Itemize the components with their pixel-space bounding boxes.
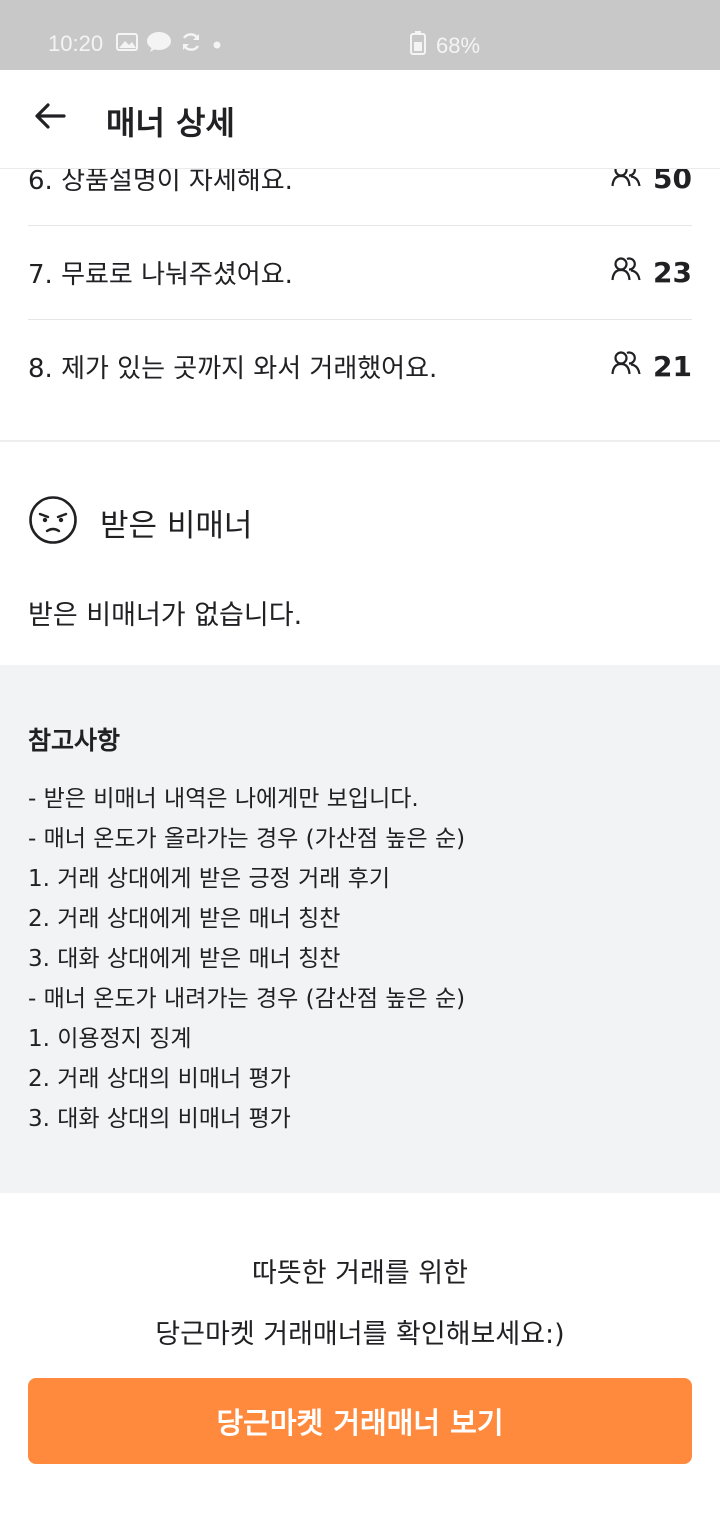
notes-line: - 받은 비매너 내역은 나에게만 보입니다. [28,786,419,812]
manner-item-label: 8. 제가 있는 곳까지 와서 거래했어요. [28,353,438,384]
people-icon [611,350,641,383]
status-notification-icons [116,31,224,59]
back-button[interactable] [24,92,76,144]
manner-item-count-group: 50 [611,169,692,195]
notes-list: - 받은 비매너 내역은 나에게만 보입니다. - 매너 온도가 올라가는 경우… [28,779,465,1139]
battery-icon [410,31,426,61]
notes-line: 2. 거래 상대에게 받은 매너 칭찬 [28,906,341,932]
notes-line: 2. 거래 상대의 비매너 평가 [28,1066,291,1092]
manner-item-count-group: 21 [611,350,692,383]
page-title: 매너 상세 [106,104,235,142]
section-divider [0,440,720,442]
status-battery: 68% [410,31,480,61]
manner-item: 8. 제가 있는 곳까지 와서 거래했어요. 21 [28,319,692,413]
arrow-left-icon [33,101,67,135]
notes-box: 참고사항 - 받은 비매너 내역은 나에게만 보입니다. - 매너 온도가 올라… [0,665,720,1193]
people-icon [611,169,641,195]
bad-manner-title: 받은 비매너 [100,507,253,544]
annoyed-face-icon [28,495,78,549]
sync-icon [180,31,202,59]
chat-bubble-icon [146,31,172,59]
dot-icon [210,32,224,58]
notes-line: 3. 대화 상대에게 받은 매너 칭찬 [28,946,341,972]
cta-text-line2: 당근마켓 거래매너를 확인해보세요:) [155,1319,565,1350]
notes-title: 참고사항 [28,726,121,755]
notes-line: 1. 이용정지 징계 [28,1026,192,1052]
manner-guide-button-label: 당근마켓 거래매너 보기 [216,1406,504,1440]
app-bar: 매너 상세 [0,70,720,169]
bad-manner-empty-text: 받은 비매너가 없습니다. [28,600,303,631]
manner-item: 7. 무료로 나눠주셨어요. 23 [28,225,692,320]
manner-item: 6. 상품설명이 자세해요. 50 [28,169,692,226]
manner-item-count-group: 23 [611,256,692,289]
manner-item-count: 23 [653,255,692,289]
cta-text-line1: 따뜻한 거래를 위한 [252,1258,468,1289]
manner-item-label: 7. 무료로 나눠주셨어요. [28,259,293,290]
manner-item-count: 50 [653,169,692,195]
notes-line: 3. 대화 상대의 비매너 평가 [28,1106,291,1132]
manner-detail-content[interactable]: 6. 상품설명이 자세해요. 50 7. 무료로 나눠주셨어요. 23 8. 제… [0,169,720,1520]
notes-line: - 매너 온도가 내려가는 경우 (감산점 높은 순) [28,986,466,1012]
status-bar: 10:20 68% [0,0,720,70]
notes-line: - 매너 온도가 올라가는 경우 (가산점 높은 순) [28,826,466,852]
gallery-icon [116,32,138,58]
battery-percent: 68% [436,33,481,58]
notes-line: 1. 거래 상대에게 받은 긍정 거래 후기 [28,866,391,892]
status-time: 10:20 [48,31,104,56]
people-icon [611,256,641,289]
bad-manner-header: 받은 비매너 [28,495,252,549]
manner-item-count: 21 [653,349,692,383]
manner-item-label: 6. 상품설명이 자세해요. [28,169,293,196]
manner-guide-button[interactable]: 당근마켓 거래매너 보기 [28,1378,692,1464]
